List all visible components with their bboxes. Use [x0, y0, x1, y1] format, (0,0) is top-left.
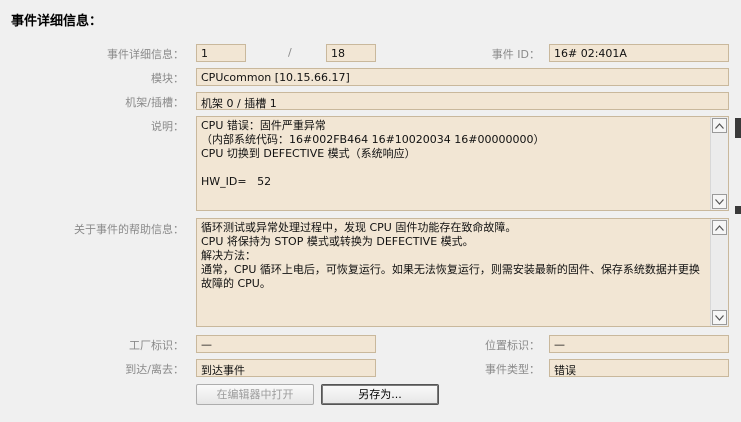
help-scrollbar[interactable]	[710, 219, 728, 326]
window-edge	[735, 206, 741, 214]
scroll-down-arrow-icon[interactable]	[712, 194, 727, 209]
description-label: 说明：	[151, 120, 184, 133]
event-detail-label: 事件详细信息：	[107, 48, 184, 61]
window-edge	[735, 118, 741, 138]
scroll-up-arrow-icon[interactable]	[712, 220, 727, 235]
section-title: 事件详细信息：	[11, 14, 103, 29]
description-scrollbar[interactable]	[710, 117, 728, 210]
arrive-leave-field[interactable]: 到达事件	[196, 359, 376, 377]
help-label: 关于事件的帮助信息：	[74, 223, 184, 236]
plant-id-label: 工厂标识：	[129, 339, 184, 352]
event-id-label: 事件 ID：	[491, 48, 540, 61]
save-as-button[interactable]: 另存为...	[321, 384, 439, 405]
help-textarea[interactable]: 循环测试或异常处理过程中，发现 CPU 固件功能存在致命故障。 CPU 将保持为…	[196, 218, 729, 327]
plant-id-field[interactable]: —	[196, 335, 376, 353]
event-type-field[interactable]: 错误	[549, 359, 729, 377]
location-id-label: 位置标识：	[485, 339, 540, 352]
event-type-label: 事件类型：	[485, 363, 540, 376]
event-separator: /	[288, 46, 292, 59]
rack-slot-label: 机架/插槽：	[125, 96, 184, 109]
rack-slot-field[interactable]: 机架 0 / 插槽 1	[196, 92, 729, 110]
event-index-field[interactable]: 1	[196, 44, 246, 62]
open-in-editor-button[interactable]: 在编辑器中打开	[196, 384, 314, 405]
event-id-field[interactable]: 16# 02:401A	[549, 44, 729, 62]
scroll-up-arrow-icon[interactable]	[712, 118, 727, 133]
module-field[interactable]: CPUcommon [10.15.66.17]	[196, 68, 729, 86]
help-text: 循环测试或异常处理过程中，发现 CPU 固件功能存在致命故障。 CPU 将保持为…	[201, 221, 700, 290]
module-label: 模块：	[151, 72, 184, 85]
arrive-leave-label: 到达/离去：	[125, 363, 184, 376]
location-id-field[interactable]: —	[549, 335, 729, 353]
event-total-field[interactable]: 18	[326, 44, 376, 62]
scroll-down-arrow-icon[interactable]	[712, 310, 727, 325]
description-textarea[interactable]: CPU 错误：固件严重异常 （内部系统代码：16#002FB464 16#100…	[196, 116, 729, 211]
description-text: CPU 错误：固件严重异常 （内部系统代码：16#002FB464 16#100…	[201, 119, 545, 188]
